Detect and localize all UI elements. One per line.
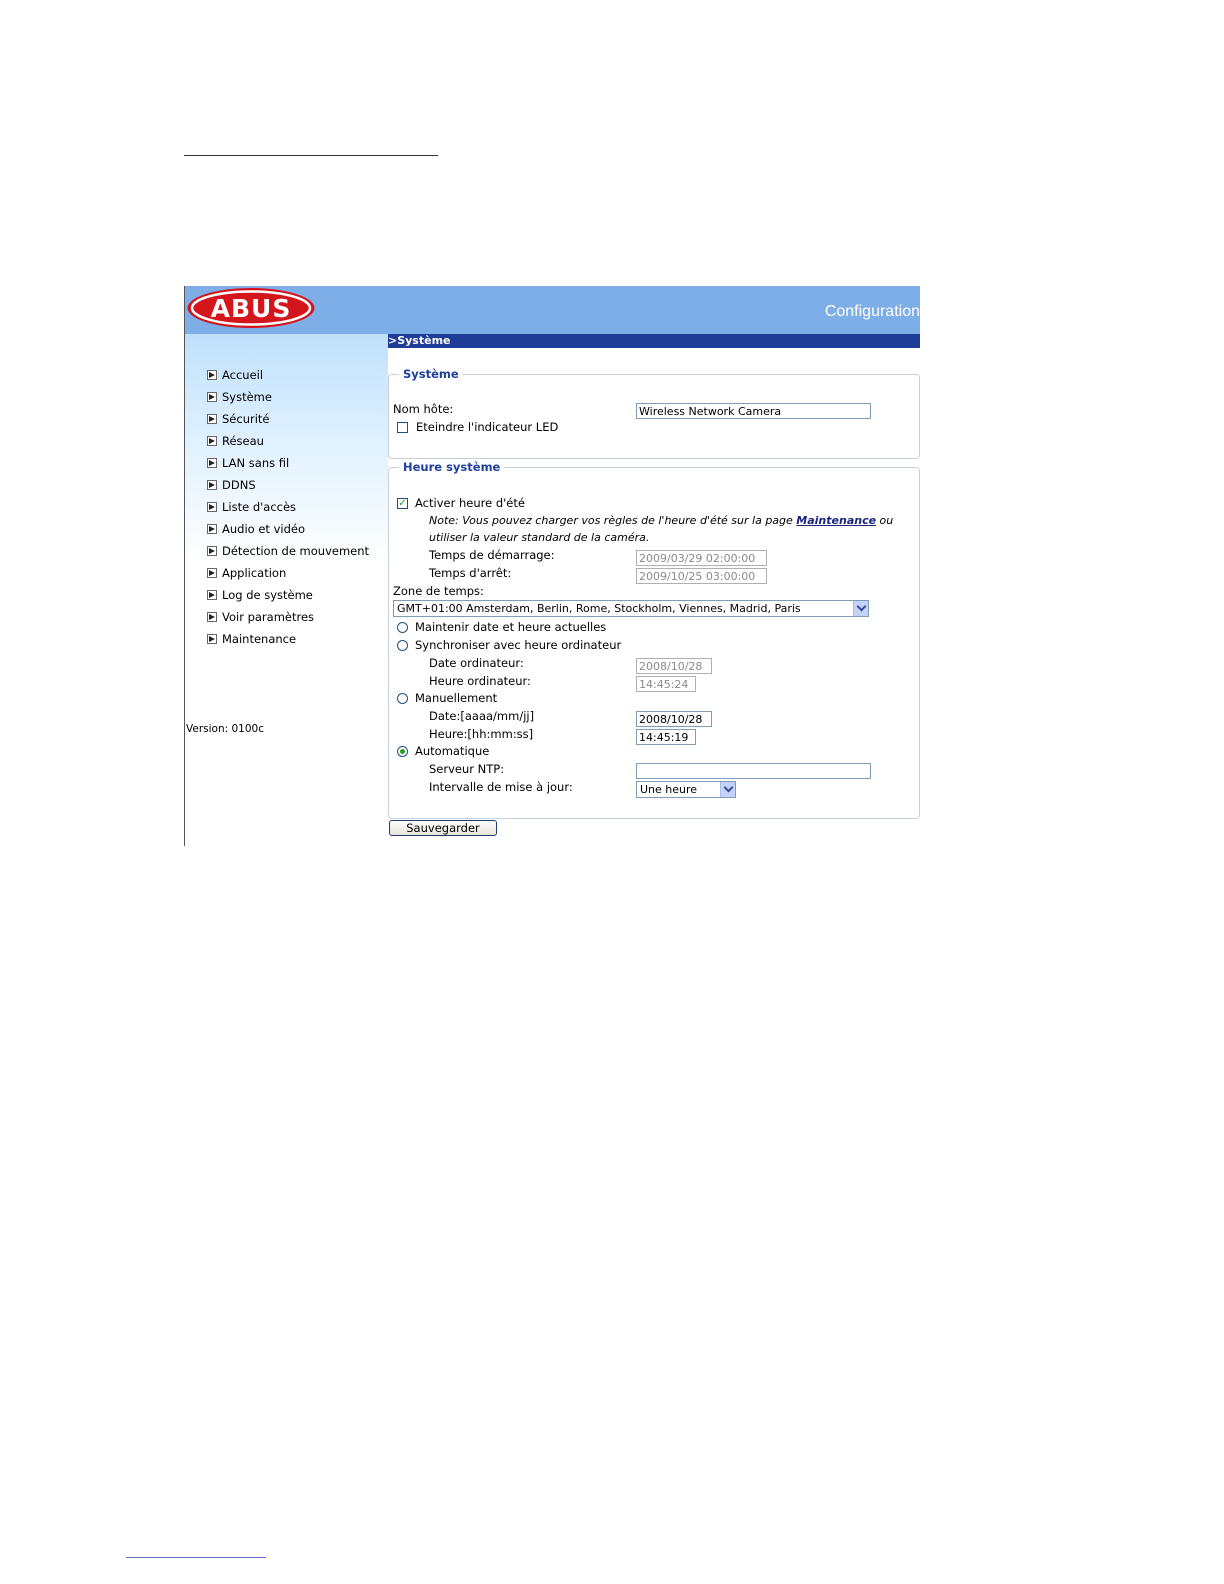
system-time-legend: Heure système — [403, 460, 501, 474]
sidebar-item-liste-acces[interactable]: Liste d'accès — [207, 496, 369, 518]
manual-radio[interactable] — [397, 693, 408, 704]
sidebar-item-label: Log de système — [222, 588, 313, 602]
arrow-right-icon — [207, 590, 217, 600]
chevron-down-icon[interactable] — [720, 782, 735, 797]
dst-note-line2: utiliser la valeur standard de la caméra… — [429, 531, 650, 544]
arrow-right-icon — [207, 546, 217, 556]
chevron-down-icon[interactable] — [853, 601, 868, 616]
sidebar-item-accueil[interactable]: Accueil — [207, 364, 369, 386]
ntp-server-label: Serveur NTP: — [429, 762, 505, 776]
automatic-label: Automatique — [415, 744, 490, 758]
abus-logo: ABUS — [187, 288, 315, 328]
sidebar-item-label: LAN sans fil — [222, 456, 290, 470]
dst-start-input — [636, 550, 767, 566]
page-bottom-rule — [126, 1557, 266, 1558]
sidebar-item-label: Application — [222, 566, 287, 580]
sidebar-item-log-systeme[interactable]: Log de système — [207, 584, 369, 606]
automatic-radio[interactable] — [397, 746, 408, 757]
version-label: Version: 0100c — [186, 723, 264, 735]
arrow-right-icon — [207, 502, 217, 512]
arrow-right-icon — [207, 458, 217, 468]
arrow-right-icon — [207, 370, 217, 380]
sidebar-item-detection-mouvement[interactable]: Détection de mouvement — [207, 540, 369, 562]
keep-time-label: Maintenir date et heure actuelles — [415, 620, 607, 634]
pc-date-label: Date ordinateur: — [429, 656, 524, 670]
sync-pc-label: Synchroniser avec heure ordinateur — [415, 638, 622, 652]
arrow-right-icon — [207, 568, 217, 578]
sidebar-item-label: Audio et vidéo — [222, 522, 305, 536]
manual-time-label: Heure:[hh:mm:ss] — [429, 727, 534, 741]
timezone-select[interactable]: GMT+01:00 Amsterdam, Berlin, Rome, Stock… — [393, 600, 869, 617]
system-group-legend: Système — [403, 367, 459, 381]
save-button[interactable]: Sauvegarder — [389, 820, 497, 836]
sidebar-item-label: Détection de mouvement — [222, 544, 370, 558]
dst-checkbox[interactable]: ✓ — [397, 498, 408, 509]
dst-stop-input — [636, 568, 767, 584]
sidebar-item-label: Sécurité — [222, 412, 270, 426]
arrow-right-icon — [207, 392, 217, 402]
manual-time-input[interactable] — [636, 729, 696, 745]
arrow-right-icon — [207, 414, 217, 424]
sidebar-item-label: Voir paramètres — [222, 610, 315, 624]
svg-text:ABUS: ABUS — [211, 294, 292, 323]
arrow-right-icon — [207, 436, 217, 446]
dst-start-label: Temps de démarrage: — [429, 548, 555, 562]
manual-date-input[interactable] — [636, 711, 712, 727]
sidebar-item-securite[interactable]: Sécurité — [207, 408, 369, 430]
sidebar-item-label: Maintenance — [222, 632, 297, 646]
dst-note-line1: Note: Vous pouvez charger vos règles de … — [429, 514, 893, 527]
manual-label: Manuellement — [415, 691, 498, 705]
timezone-label: Zone de temps: — [393, 584, 484, 598]
pc-time-label: Heure ordinateur: — [429, 674, 531, 688]
dst-stop-label: Temps d'arrêt: — [429, 566, 512, 580]
update-interval-label: Intervalle de mise à jour: — [429, 780, 573, 794]
sidebar-item-application[interactable]: Application — [207, 562, 369, 584]
sidebar-item-ddns[interactable]: DDNS — [207, 474, 369, 496]
sidebar-nav: Accueil Système Sécurité Réseau LAN sans… — [207, 364, 369, 650]
dst-label: Activer heure d'été — [415, 496, 525, 510]
hostname-label: Nom hôte: — [393, 402, 454, 416]
camera-config-window: ABUS Configuration Accueil Système Sécur… — [184, 286, 920, 846]
keep-time-radio[interactable] — [397, 622, 408, 633]
section-title-bar: >Système — [388, 334, 920, 348]
pc-date-input — [636, 658, 712, 674]
sidebar-item-maintenance[interactable]: Maintenance — [207, 628, 369, 650]
header-bar: ABUS Configuration — [185, 286, 920, 334]
sidebar-item-label: DDNS — [222, 478, 256, 492]
page-title: Configuration — [824, 303, 920, 320]
sidebar-item-label: Système — [222, 390, 272, 404]
sidebar-item-label: Liste d'accès — [222, 500, 297, 514]
sidebar-item-systeme[interactable]: Système — [207, 386, 369, 408]
timezone-selected-value: GMT+01:00 Amsterdam, Berlin, Rome, Stock… — [397, 602, 801, 615]
sidebar-item-audio-video[interactable]: Audio et vidéo — [207, 518, 369, 540]
dst-note-text: Note: Vous pouvez charger vos règles de … — [429, 514, 797, 527]
sidebar-item-label: Réseau — [222, 434, 264, 448]
sidebar-item-reseau[interactable]: Réseau — [207, 430, 369, 452]
arrow-right-icon — [207, 524, 217, 534]
led-checkbox[interactable] — [397, 422, 408, 433]
sidebar-item-label: Accueil — [222, 368, 264, 382]
maintenance-link[interactable]: Maintenance — [796, 514, 876, 527]
manual-date-label: Date:[aaaa/mm/jj] — [429, 709, 535, 723]
arrow-right-icon — [207, 634, 217, 644]
update-interval-value: Une heure — [640, 783, 698, 796]
hostname-input[interactable] — [636, 403, 871, 419]
arrow-right-icon — [207, 612, 217, 622]
sidebar-item-lan-sans-fil[interactable]: LAN sans fil — [207, 452, 369, 474]
dst-note-suffix: ou — [876, 514, 894, 527]
sidebar: Accueil Système Sécurité Réseau LAN sans… — [185, 334, 388, 846]
update-interval-select[interactable]: Une heure — [636, 781, 736, 798]
sync-pc-radio[interactable] — [397, 640, 408, 651]
ntp-server-input[interactable] — [636, 763, 871, 779]
sidebar-item-voir-parametres[interactable]: Voir paramètres — [207, 606, 369, 628]
pc-time-input — [636, 676, 696, 692]
arrow-right-icon — [207, 480, 217, 490]
led-label: Eteindre l'indicateur LED — [416, 420, 559, 434]
page-top-rule — [184, 155, 438, 156]
